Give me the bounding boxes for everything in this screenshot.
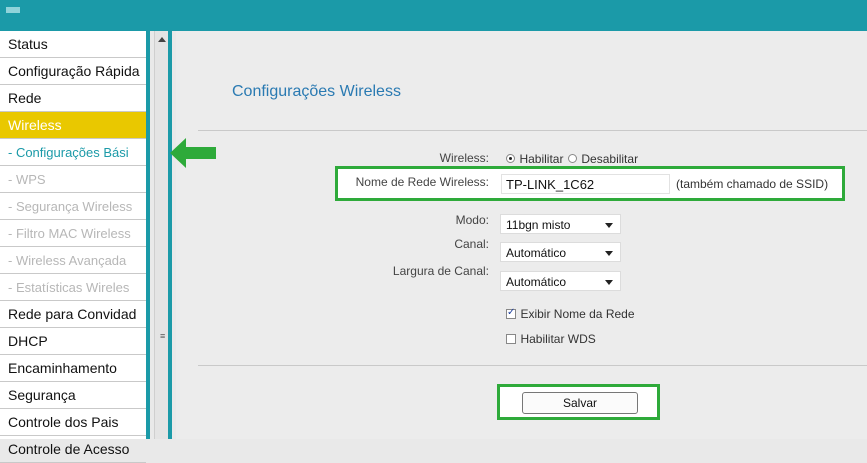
wireless-label: Wireless:: [439, 151, 489, 165]
chevron-down-icon: [605, 251, 613, 256]
sidebar-item-wireless-basic-settings[interactable]: - Configurações Bási: [0, 139, 146, 166]
channel-select[interactable]: Automático: [500, 242, 621, 262]
show-network-name-row: Exibir Nome da Rede: [506, 305, 635, 323]
sidebar-item-wireless-advanced[interactable]: - Wireless Avançada: [0, 247, 146, 274]
sidebar-item-wireless-security[interactable]: - Segurança Wireless: [0, 193, 146, 220]
sidebar-item-wireless-mac-filter[interactable]: - Filtro MAC Wireless: [0, 220, 146, 247]
sidebar-item-quick-setup[interactable]: Configuração Rápida: [0, 58, 146, 85]
arrow-left-icon: [170, 138, 216, 168]
chevron-down-icon: [605, 280, 613, 285]
logo: [6, 7, 20, 13]
sidebar-item-dhcp[interactable]: DHCP: [0, 328, 146, 355]
sidebar: Status Configuração Rápida Rede Wireless…: [0, 31, 150, 463]
top-banner: [0, 0, 867, 31]
disable-radio[interactable]: [567, 154, 577, 164]
mode-label: Modo:: [455, 213, 489, 227]
ssid-hint: (também chamado de SSID): [676, 177, 829, 191]
channel-label: Canal:: [454, 237, 489, 251]
page-title: Configurações Wireless: [232, 83, 401, 100]
show-network-name-label: Exibir Nome da Rede: [520, 306, 635, 321]
channel-width-select-value: Automático: [506, 275, 567, 289]
enable-wds-row: Habilitar WDS: [506, 330, 596, 348]
sidebar-item-security[interactable]: Segurança: [0, 382, 146, 409]
sidebar-item-forwarding[interactable]: Encaminhamento: [0, 355, 146, 382]
sidebar-item-wireless[interactable]: Wireless: [0, 112, 146, 139]
show-network-name-checkbox[interactable]: [506, 307, 516, 319]
channel-width-select[interactable]: Automático: [500, 271, 621, 291]
ssid-input[interactable]: [501, 174, 670, 194]
chevron-up-icon[interactable]: [158, 37, 166, 42]
channel-width-label: Largura de Canal:: [392, 264, 489, 278]
sidebar-item-access-control[interactable]: Controle de Acesso: [0, 436, 146, 463]
chevron-down-icon: [605, 223, 613, 228]
disable-radio-label: Desabilitar: [581, 151, 639, 166]
channel-select-value: Automático: [506, 246, 567, 260]
save-button[interactable]: Salvar: [522, 392, 638, 414]
mode-select-value: 11bgn misto: [506, 218, 571, 232]
enable-radio[interactable]: [506, 154, 515, 164]
sidebar-item-wireless-stats[interactable]: - Estatísticas Wireles: [0, 274, 146, 301]
sidebar-scrollbar[interactable]: ≡: [154, 31, 172, 439]
main-panel: Configurações Wireless: [176, 31, 867, 439]
ssid-label: Nome de Rede Wireless:: [355, 175, 489, 189]
divider-bottom: [198, 365, 867, 366]
sidebar-item-guest-network[interactable]: Rede para Convidad: [0, 301, 146, 328]
sidebar-item-wps[interactable]: - WPS: [0, 166, 146, 193]
enable-wds-checkbox[interactable]: [506, 333, 516, 344]
enable-radio-label: Habilitar: [519, 151, 564, 166]
mode-select[interactable]: 11bgn misto: [500, 214, 621, 234]
sidebar-item-network[interactable]: Rede: [0, 85, 146, 112]
divider: [198, 130, 867, 131]
scroll-grip-icon[interactable]: ≡: [160, 331, 165, 341]
sidebar-item-parental-control[interactable]: Controle dos Pais: [0, 409, 146, 436]
sidebar-item-status[interactable]: Status: [0, 31, 146, 58]
enable-wds-label: Habilitar WDS: [520, 331, 596, 346]
